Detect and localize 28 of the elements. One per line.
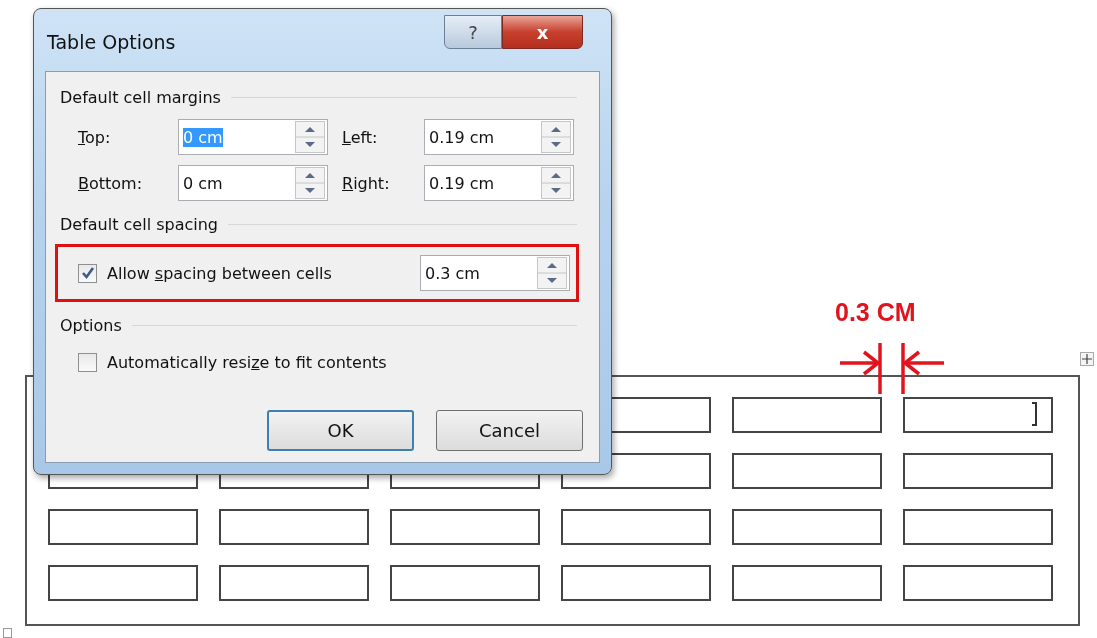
field-label: Left: xyxy=(342,127,379,147)
annotation-label: 0.3 CM xyxy=(835,298,916,327)
spinner-icon[interactable] xyxy=(541,121,571,153)
checkbox[interactable] xyxy=(78,353,97,372)
dialog-button[interactable]: OK xyxy=(267,410,414,451)
help-button[interactable]: ? xyxy=(444,15,502,49)
checkbox[interactable] xyxy=(78,263,97,283)
field-label: Bottom: xyxy=(78,173,144,193)
number-field[interactable]: 0.19 cm xyxy=(424,165,574,201)
spinner-icon[interactable] xyxy=(295,121,325,153)
number-field[interactable]: 0.19 cm xyxy=(424,119,574,155)
field-label: Top: xyxy=(78,127,112,147)
spinner-icon[interactable] xyxy=(541,167,571,199)
end-mark-icon xyxy=(3,628,12,638)
section-heading: Default cell spacing xyxy=(60,215,218,234)
section-heading: Options xyxy=(60,316,122,335)
field-label: Right: xyxy=(342,173,391,193)
close-button[interactable]: x xyxy=(502,15,583,49)
move-handle-icon[interactable] xyxy=(1080,352,1094,366)
checkbox-label: Allow spacing between cells xyxy=(107,263,332,283)
number-field[interactable]: 0.3 cm xyxy=(420,255,570,291)
section-heading: Default cell margins xyxy=(60,88,221,107)
spinner-icon[interactable] xyxy=(537,257,567,289)
checkbox-label: Automatically resize to fit contents xyxy=(107,353,387,372)
window-title: Table Options xyxy=(47,31,177,53)
dialog-button[interactable]: Cancel xyxy=(436,410,583,451)
number-field[interactable]: 0 cm xyxy=(178,165,328,201)
spinner-icon[interactable] xyxy=(295,167,325,199)
